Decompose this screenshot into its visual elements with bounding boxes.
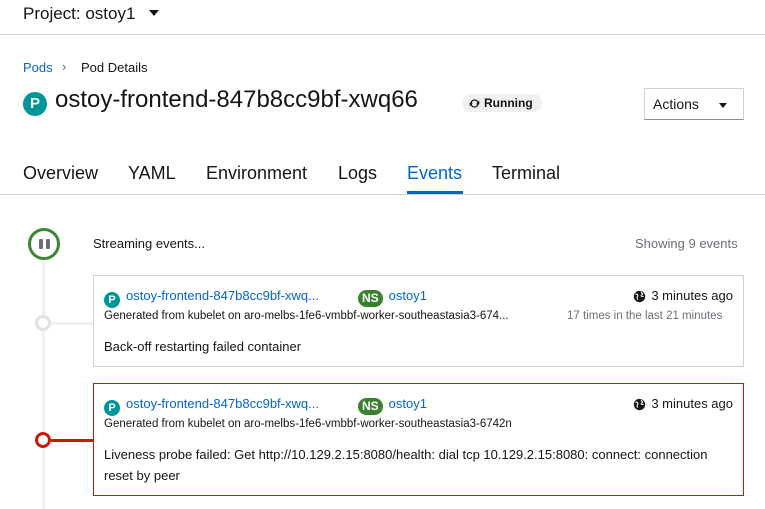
event-repeat-count: 17 times in the last 21 minutes xyxy=(567,310,723,322)
event-card: Postoy-frontend-847b8cc9bf-xwq... NS osto… xyxy=(93,275,744,367)
events-count: Showing 9 events xyxy=(635,236,738,251)
caret-down-icon xyxy=(719,103,727,108)
namespace-badge: NS xyxy=(358,398,383,415)
event-namespace-name: ostoy1 xyxy=(388,396,427,411)
timeline-connector-warning xyxy=(51,439,93,442)
page-title: ostoy-frontend-847b8cc9bf-xwq66 xyxy=(55,86,418,113)
tab-yaml[interactable]: YAML xyxy=(128,163,176,184)
event-message: Back-off restarting failed container xyxy=(104,339,302,354)
pause-icon-bar xyxy=(46,239,50,249)
event-source: Generated from kubelet on aro-melbs-1fe6… xyxy=(104,310,509,322)
timeline-dot xyxy=(35,315,51,331)
tab-environment[interactable]: Environment xyxy=(206,163,307,184)
event-timestamp: 3 minutes ago xyxy=(633,396,733,411)
tab-logs[interactable]: Logs xyxy=(338,163,377,184)
sync-icon xyxy=(469,99,480,108)
timeline-line xyxy=(42,258,45,509)
pod-resource-badge: P xyxy=(104,292,120,308)
project-label: Project: ostoy1 xyxy=(23,4,136,23)
event-resource-link[interactable]: Postoy-frontend-847b8cc9bf-xwq... xyxy=(104,288,319,308)
tab-overview[interactable]: Overview xyxy=(23,163,98,184)
tab-bar xyxy=(0,152,765,195)
status-badge: Running xyxy=(462,94,542,112)
event-message: Liveness probe failed: Get http://10.129… xyxy=(104,447,708,483)
event-card-warning: Postoy-frontend-847b8cc9bf-xwq... NS osto… xyxy=(93,383,744,496)
pod-resource-badge: P xyxy=(104,400,120,416)
event-namespace-link[interactable]: NS ostoy1 xyxy=(358,288,427,307)
pod-resource-badge: P xyxy=(23,92,47,116)
event-resource-name: ostoy-frontend-847b8cc9bf-xwq... xyxy=(126,288,319,303)
breadcrumb-separator-icon: › xyxy=(62,59,67,74)
globe-icon xyxy=(634,290,646,303)
event-timestamp: 3 minutes ago xyxy=(633,288,733,303)
pause-streaming-button[interactable] xyxy=(28,228,60,260)
streaming-status: Streaming events... xyxy=(93,236,205,251)
breadcrumb-pods-link[interactable]: Pods xyxy=(23,60,53,75)
status-text: Running xyxy=(484,96,533,110)
event-resource-name: ostoy-frontend-847b8cc9bf-xwq... xyxy=(126,396,319,411)
namespace-badge: NS xyxy=(358,290,383,307)
timeline-dot-warning xyxy=(35,432,51,448)
tab-terminal[interactable]: Terminal xyxy=(492,163,560,184)
caret-down-icon xyxy=(149,9,160,16)
event-resource-link[interactable]: Postoy-frontend-847b8cc9bf-xwq... xyxy=(104,396,319,416)
event-source: Generated from kubelet on aro-melbs-1fe6… xyxy=(104,418,512,430)
event-namespace-name: ostoy1 xyxy=(388,288,427,303)
pause-icon xyxy=(39,239,43,249)
event-time-text: 3 minutes ago xyxy=(651,288,733,303)
event-time-text: 3 minutes ago xyxy=(651,396,733,411)
event-namespace-link[interactable]: NS ostoy1 xyxy=(358,396,427,415)
actions-label: Actions xyxy=(653,96,699,112)
breadcrumb-current: Pod Details xyxy=(81,60,148,75)
tab-events[interactable]: Events xyxy=(407,163,462,184)
project-selector[interactable]: Project: ostoy1 xyxy=(23,4,160,24)
globe-icon xyxy=(634,398,646,411)
active-tab-indicator xyxy=(407,191,463,194)
timeline-connector xyxy=(51,322,93,325)
actions-dropdown[interactable]: Actions xyxy=(644,88,744,120)
